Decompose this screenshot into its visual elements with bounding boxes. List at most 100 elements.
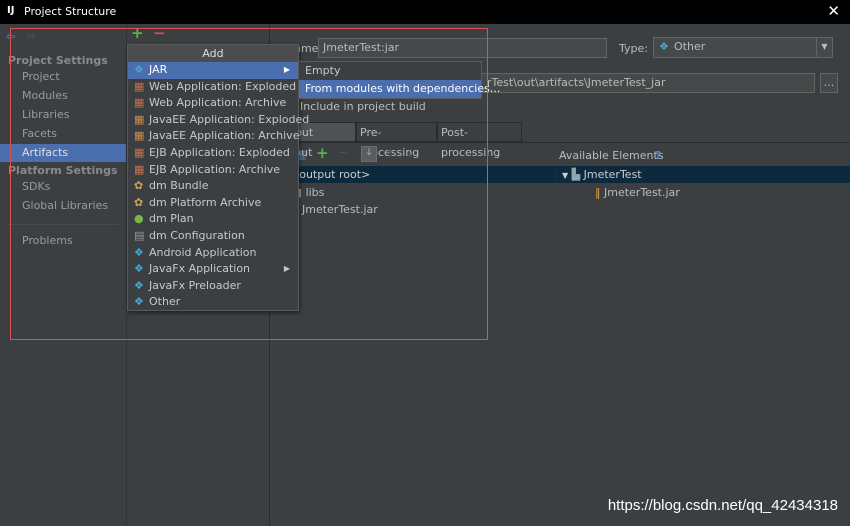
title-bar: IJ Project Structure ✕: [0, 0, 850, 24]
menu-item-label: dm Platform Archive: [149, 195, 262, 209]
menu-item[interactable]: ❖ JAR ▶: [128, 62, 298, 79]
add-popup-menu: Add ❖ JAR ▶ ▦ Web Application: Exploded ▦ Web …: [127, 44, 309, 311]
sidebar-item-libraries[interactable]: Libraries: [0, 106, 126, 124]
menu-item-label: JavaEE Application: Exploded: [149, 112, 310, 126]
sidebar-item-problems[interactable]: Problems: [0, 232, 126, 250]
ejb-icon: ▦: [134, 145, 145, 159]
jar-label: JmeterTest.jar: [302, 203, 378, 216]
divider: [555, 166, 556, 183]
web-app-icon: ▦: [134, 79, 145, 93]
sidebar-item-global-libraries[interactable]: Global Libraries: [0, 197, 126, 215]
sidebar-item-facets[interactable]: Facets: [0, 125, 126, 143]
tab-pre-processing[interactable]: Pre-processing: [356, 122, 437, 159]
bundle-icon: ✿: [134, 195, 144, 209]
menu-item[interactable]: ● dm Plan: [128, 211, 298, 228]
menu-item-label: Web Application: Archive: [149, 96, 287, 110]
add-artifact-button[interactable]: +: [131, 24, 144, 42]
sidebar-item-modules[interactable]: Modules: [0, 87, 126, 105]
help-icon[interactable]: ?: [655, 149, 661, 162]
submenu-item-empty[interactable]: Empty: [299, 62, 481, 80]
menu-item-label: dm Configuration: [149, 228, 245, 242]
menu-item-label: Web Application: Exploded: [149, 79, 297, 93]
menu-item[interactable]: ❖ Android Application: [128, 245, 298, 262]
menu-item-label: EJB Application: Archive: [149, 162, 281, 176]
submenu-arrow-icon: ▶: [283, 65, 290, 74]
tree-item-jar[interactable]: JmeterTest.jar: [302, 201, 378, 218]
sidebar-item-artifacts[interactable]: Artifacts: [0, 144, 126, 162]
menu-item-label: JavaFx Preloader: [149, 278, 241, 292]
forward-arrow-icon[interactable]: ⇨: [26, 30, 35, 43]
menu-item-label: JavaFx Application: [149, 262, 251, 276]
menu-item-label: JAR: [149, 63, 168, 76]
tree-item-libs[interactable]: ▮ libs: [296, 184, 324, 201]
menu-item[interactable]: ▦ EJB Application: Exploded: [128, 145, 298, 162]
menu-item-label: dm Plan: [149, 212, 194, 226]
menu-item[interactable]: ▦ JavaEE Application: Archive: [128, 128, 300, 145]
type-label: Type:: [619, 42, 648, 55]
window-title: Project Structure: [24, 5, 117, 18]
browse-button[interactable]: ...: [820, 73, 838, 93]
chevron-down-icon[interactable]: ▼: [816, 38, 832, 57]
menu-item[interactable]: ❖ JavaFx Preloader: [128, 278, 298, 295]
tab-post-processing[interactable]: Post-processing: [437, 122, 522, 159]
type-value: Other: [674, 40, 706, 53]
name-input[interactable]: JmeterTest:jar: [318, 38, 607, 58]
available-tree-jmetertest[interactable]: ▼ ▙ JmeterTest: [562, 166, 642, 183]
menu-item[interactable]: ▦ JavaEE Application: Exploded: [128, 112, 309, 129]
menu-item-label: EJB Application: Exploded: [149, 145, 290, 159]
diamond-icon: ❖: [134, 245, 144, 259]
menu-header: Add: [128, 45, 298, 62]
javaee-icon: ▦: [134, 129, 145, 143]
sidebar-item-sdks[interactable]: SDKs: [0, 178, 126, 196]
menu-item[interactable]: ❖ Other: [128, 294, 298, 311]
move-up-icon[interactable]: ↑: [385, 147, 394, 160]
menu-item[interactable]: ▤ dm Configuration: [128, 228, 298, 245]
jar-submenu: Empty From modules with dependencies...: [298, 61, 500, 99]
module-folder-icon: ▙: [571, 168, 581, 181]
expand-arrow-icon[interactable]: ▼: [562, 171, 568, 180]
plan-icon: ●: [134, 212, 144, 226]
remove-element-button[interactable]: −: [338, 146, 347, 159]
remove-artifact-button[interactable]: −: [153, 24, 166, 42]
close-button[interactable]: ✕: [827, 2, 840, 20]
menu-item[interactable]: ❖ JavaFx Application ▶: [128, 261, 298, 278]
type-select[interactable]: ❖ Other ▼: [653, 37, 833, 58]
web-app-icon: ▦: [134, 96, 145, 110]
jar-icon: ‖: [595, 186, 601, 199]
menu-item[interactable]: ✿ dm Bundle: [128, 178, 298, 195]
menu-item-label: JavaEE Application: Archive: [149, 129, 300, 143]
menu-item-label: dm Bundle: [149, 179, 209, 193]
ejb-icon: ▦: [134, 162, 145, 176]
submenu-item-from-modules[interactable]: From modules with dependencies...: [299, 80, 500, 98]
menu-item-label: Android Application: [149, 245, 257, 259]
menu-item[interactable]: ▦ EJB Application: Archive: [128, 162, 298, 179]
menu-item[interactable]: ▦ Web Application: Exploded: [128, 79, 298, 96]
bundle-icon: ✿: [134, 179, 144, 193]
intellij-logo-icon: IJ: [7, 5, 15, 16]
diamond-icon: ❖: [134, 262, 144, 276]
diamond-icon: ❖: [134, 63, 144, 76]
divider: [270, 142, 850, 143]
sidebar: ⇦ ⇨ Project Settings Project Modules Lib…: [0, 24, 127, 526]
include-build-checkbox[interactable]: Include in project build: [290, 100, 426, 113]
sidebar-item-project[interactable]: Project: [0, 68, 126, 86]
sort-icon[interactable]: ↓: [361, 146, 377, 162]
section-project-settings: Project Settings: [8, 54, 108, 67]
config-file-icon: ▤: [134, 228, 145, 242]
menu-item[interactable]: ▦ Web Application: Archive: [128, 95, 298, 112]
libs-label: libs: [305, 186, 325, 199]
back-arrow-icon[interactable]: ⇦: [6, 30, 15, 43]
divider: [8, 224, 118, 225]
diamond-icon: ❖: [659, 40, 669, 53]
include-build-label: Include in project build: [300, 100, 426, 113]
diamond-icon: ❖: [134, 278, 144, 292]
menu-item[interactable]: ✿ dm Platform Archive: [128, 195, 298, 212]
diamond-icon: ❖: [134, 295, 144, 309]
available-tree-jar[interactable]: ‖ JmeterTest.jar: [595, 184, 680, 201]
tree-item-output-root[interactable]: <output root>: [290, 166, 370, 183]
watermark: https://blog.csdn.net/qq_42434318: [607, 497, 838, 514]
move-down-icon[interactable]: ↓: [405, 147, 414, 160]
section-platform-settings: Platform Settings: [8, 164, 118, 177]
available-jar-label: JmeterTest.jar: [604, 186, 680, 199]
add-element-button[interactable]: +: [316, 144, 329, 162]
